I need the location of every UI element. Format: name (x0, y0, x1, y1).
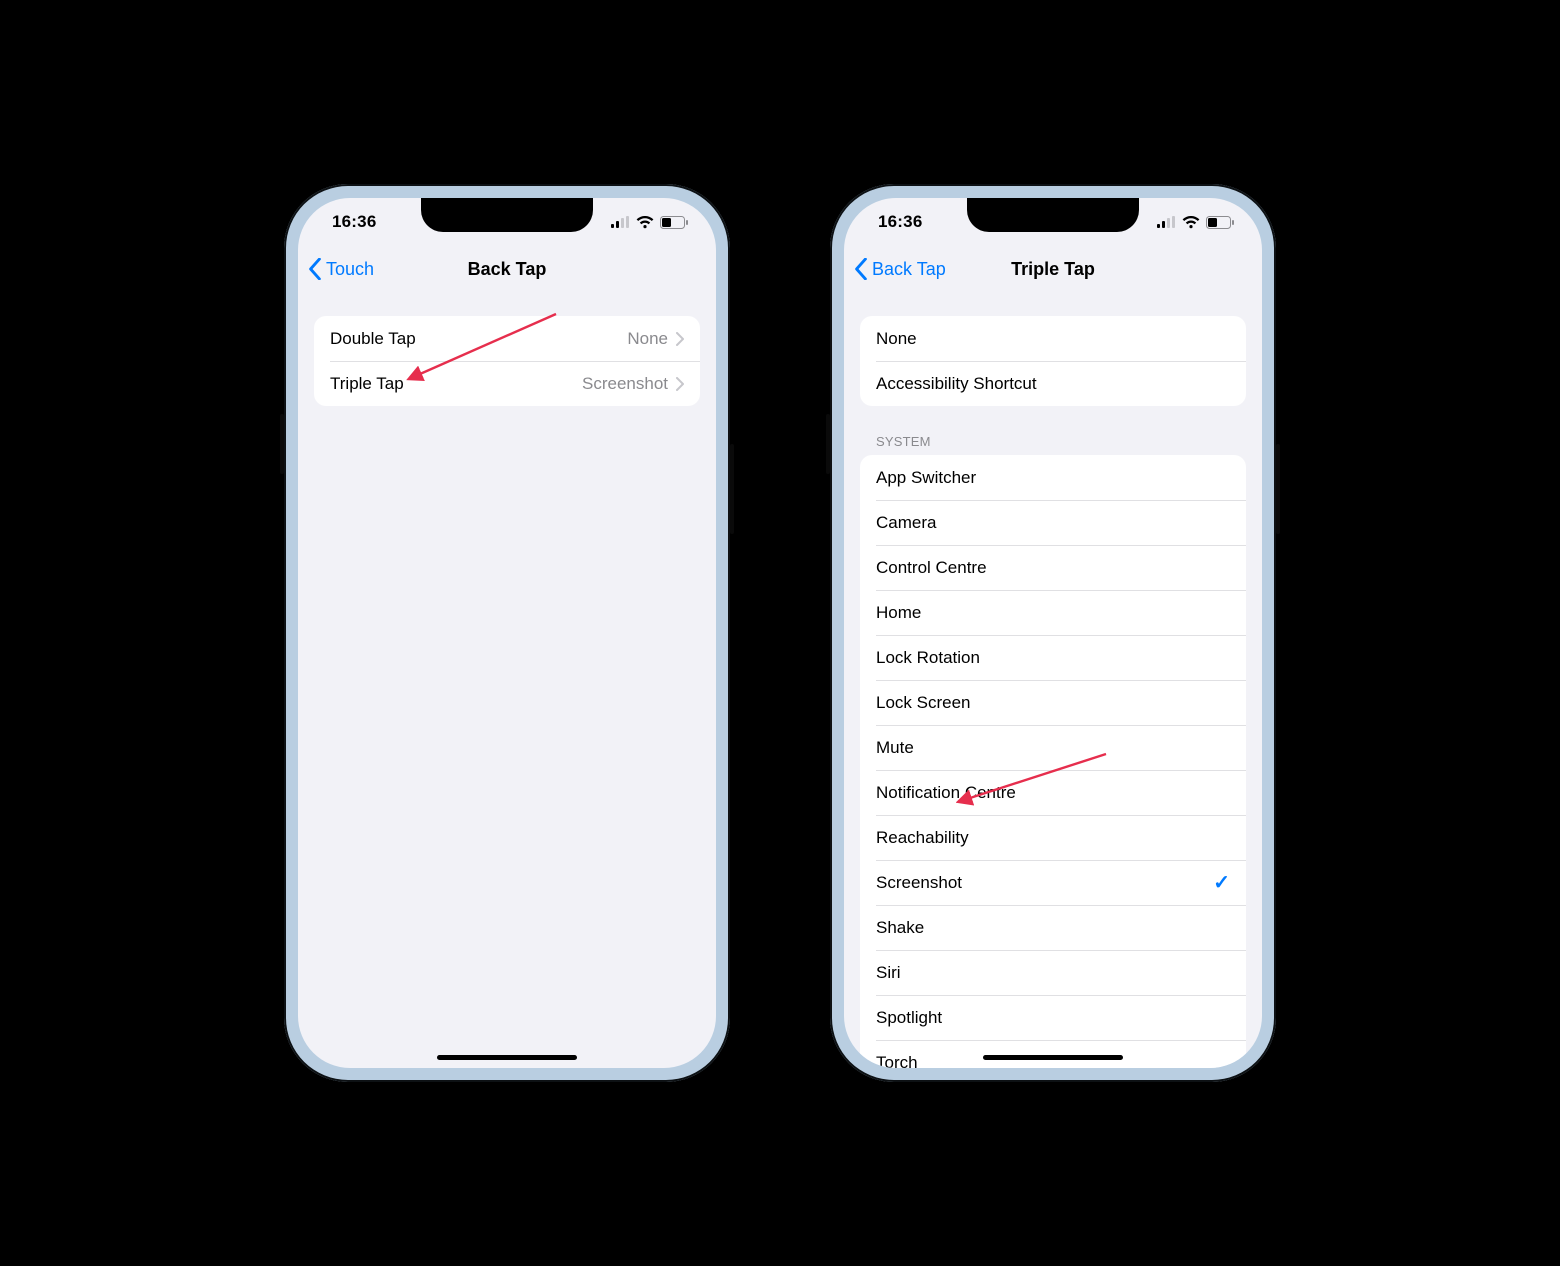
back-label: Back Tap (872, 259, 946, 280)
row-none[interactable]: None (860, 316, 1246, 361)
row-home[interactable]: Home (860, 590, 1246, 635)
row-camera[interactable]: Camera (860, 500, 1246, 545)
row-lock-screen[interactable]: Lock Screen (860, 680, 1246, 725)
cellular-icon (1157, 216, 1176, 228)
row-label: Siri (876, 963, 1230, 983)
status-time: 16:36 (878, 212, 922, 232)
row-screenshot[interactable]: Screenshot✓ (860, 860, 1246, 905)
status-time: 16:36 (332, 212, 376, 232)
notch (967, 198, 1139, 232)
settings-group-top: None Accessibility Shortcut (860, 316, 1246, 406)
chevron-right-icon (676, 377, 684, 391)
wifi-icon (1182, 216, 1200, 229)
status-icons (1157, 216, 1234, 229)
row-app-switcher[interactable]: App Switcher (860, 455, 1246, 500)
group-header-system: SYSTEM (876, 434, 1230, 449)
row-label: Spotlight (876, 1008, 1230, 1028)
row-triple-tap[interactable]: Triple Tap Screenshot (314, 361, 700, 406)
row-mute[interactable]: Mute (860, 725, 1246, 770)
settings-group: Double Tap None Triple Tap Screenshot (314, 316, 700, 406)
back-button[interactable]: Back Tap (854, 246, 946, 292)
row-label: Reachability (876, 828, 1230, 848)
row-siri[interactable]: Siri (860, 950, 1246, 995)
content-area: Double Tap None Triple Tap Screenshot (298, 292, 716, 1068)
phone-frame-right: 16:36 Back Tap Triple Tap None (830, 184, 1276, 1082)
row-value: None (627, 329, 668, 349)
row-label: Home (876, 603, 1230, 623)
row-label: Triple Tap (330, 374, 582, 394)
chevron-left-icon (854, 258, 868, 280)
row-label: Screenshot (876, 873, 1213, 893)
back-button[interactable]: Touch (308, 246, 374, 292)
row-label: Lock Screen (876, 693, 1230, 713)
row-value: Screenshot (582, 374, 668, 394)
page-title: Triple Tap (1011, 259, 1095, 280)
row-label: Control Centre (876, 558, 1230, 578)
battery-icon (1206, 216, 1234, 229)
row-label: Accessibility Shortcut (876, 374, 1230, 394)
chevron-right-icon (676, 332, 684, 346)
row-notification-centre[interactable]: Notification Centre (860, 770, 1246, 815)
content-area: None Accessibility Shortcut SYSTEM App S… (844, 292, 1262, 1068)
status-icons (611, 216, 688, 229)
row-spotlight[interactable]: Spotlight (860, 995, 1246, 1040)
chevron-left-icon (308, 258, 322, 280)
row-label: Notification Centre (876, 783, 1230, 803)
row-lock-rotation[interactable]: Lock Rotation (860, 635, 1246, 680)
row-double-tap[interactable]: Double Tap None (314, 316, 700, 361)
notch (421, 198, 593, 232)
row-control-centre[interactable]: Control Centre (860, 545, 1246, 590)
row-torch[interactable]: Torch (860, 1040, 1246, 1068)
back-label: Touch (326, 259, 374, 280)
row-label: None (876, 329, 1230, 349)
row-label: Double Tap (330, 329, 627, 349)
settings-group-system: App Switcher Camera Control Centre Home Lock… (860, 455, 1246, 1068)
nav-bar: Back Tap Triple Tap (844, 246, 1262, 293)
battery-icon (660, 216, 688, 229)
nav-bar: Touch Back Tap (298, 246, 716, 293)
home-indicator[interactable] (437, 1055, 577, 1060)
row-reachability[interactable]: Reachability (860, 815, 1246, 860)
home-indicator[interactable] (983, 1055, 1123, 1060)
row-shake[interactable]: Shake (860, 905, 1246, 950)
phone-frame-left: 16:36 Touch Back Tap Double Tap (284, 184, 730, 1082)
screen-left: 16:36 Touch Back Tap Double Tap (298, 198, 716, 1068)
checkmark-icon: ✓ (1213, 870, 1230, 895)
page-title: Back Tap (468, 259, 547, 280)
row-accessibility-shortcut[interactable]: Accessibility Shortcut (860, 361, 1246, 406)
row-label: Lock Rotation (876, 648, 1230, 668)
row-label: App Switcher (876, 468, 1230, 488)
row-label: Camera (876, 513, 1230, 533)
row-label: Mute (876, 738, 1230, 758)
screen-right: 16:36 Back Tap Triple Tap None (844, 198, 1262, 1068)
wifi-icon (636, 216, 654, 229)
row-label: Shake (876, 918, 1230, 938)
cellular-icon (611, 216, 630, 228)
